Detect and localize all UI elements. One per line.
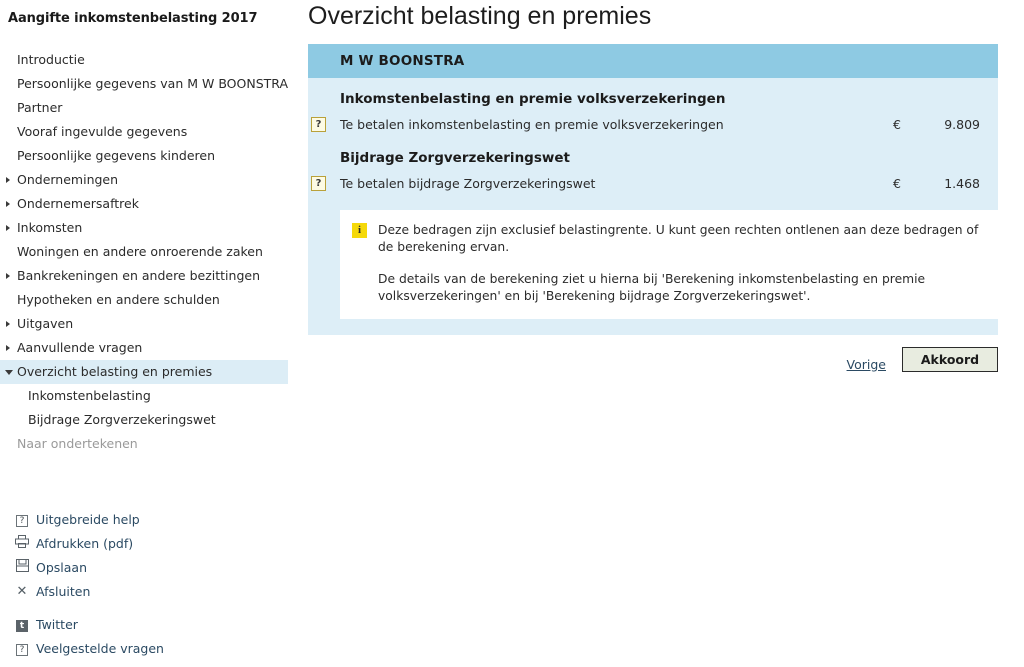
tool-link-3[interactable]: ✕ Afsluiten [0,580,288,604]
sidebar-item-6[interactable]: Ondernemersaftrek [0,192,288,216]
sidebar-item-label: Inkomstenbelasting [28,388,151,403]
chevron-right-icon[interactable] [6,321,10,327]
page-title: Overzicht belasting en premies [308,2,652,30]
sidebar-item-label: Overzicht belasting en premies [17,364,213,379]
chevron-right-icon[interactable] [6,225,10,231]
sidebar-item-label: Hypotheken en andere schulden [17,292,220,307]
amount-row: ? Te betalen inkomstenbelasting en premie… [308,113,998,137]
sidebar-item-9[interactable]: Bankrekeningen en andere bezittingen [0,264,288,288]
tool-link-label: Opslaan [36,560,88,575]
footer-actions: Vorige Akkoord [308,347,998,381]
info-paragraph-1: Deze bedragen zijn exclusief belastingre… [378,223,979,254]
sidebar-item-label: Ondernemersaftrek [17,196,139,211]
main-content: Overzicht belasting en premies M W BOONS… [308,0,1024,667]
panel-header-label: M W BOONSTRA [340,53,465,69]
printer-icon [14,532,30,556]
sidebar-item-label: Ondernemingen [17,172,119,187]
panel-header: M W BOONSTRA [308,44,998,78]
panel-body: Inkomstenbelasting en premie volksverzek… [308,78,998,335]
faq-question-icon: ? [14,637,30,661]
amount-row-label: Te betalen inkomstenbelasting en premie … [340,117,724,132]
chevron-right-icon[interactable] [6,273,10,279]
sidebar-item-label: Vooraf ingevulde gegevens [17,124,188,139]
sidebar-item-0[interactable]: Introductie [0,48,288,72]
amount-value: 9.809 [944,117,980,132]
tool-link-4[interactable]: t Twitter [0,613,288,637]
sidebar-item-15[interactable]: Bijdrage Zorgverzekeringswet [0,408,288,432]
sidebar-item-16: Naar ondertekenen [0,432,288,456]
sidebar-item-14[interactable]: Inkomstenbelasting [0,384,288,408]
help-question-icon[interactable]: ? [311,117,326,132]
previous-link[interactable]: Vorige [847,357,886,372]
sidebar-item-label: Bankrekeningen en andere bezittingen [17,268,260,283]
sidebar-title: Aangifte inkomstenbelasting 2017 [8,11,258,26]
help-question-icon: ? [14,508,30,532]
info-box-text: Deze bedragen zijn exclusief belastingre… [378,222,984,305]
tool-link-1[interactable]: Afdrukken (pdf) [0,532,288,556]
tool-link-label: Twitter [36,617,78,632]
sidebar-item-10[interactable]: Hypotheken en andere schulden [0,288,288,312]
twitter-icon: t [14,613,30,637]
sidebar-item-label: Persoonlijke gegevens kinderen [17,148,216,163]
sidebar-item-3[interactable]: Vooraf ingevulde gegevens [0,120,288,144]
chevron-right-icon[interactable] [6,345,10,351]
info-box: i Deze bedragen zijn exclusief belastingr… [340,210,998,319]
tool-link-label: Afdrukken (pdf) [36,536,134,551]
sidebar-item-label: Aanvullende vragen [17,340,143,355]
tool-link-5[interactable]: ? Veelgestelde vragen [0,637,288,661]
sidebar-tool-links: ? Uitgebreide help Afdrukken (pdf) Opslaan ✕… [0,508,288,661]
tool-link-label: Veelgestelde vragen [36,641,164,656]
close-x-icon: ✕ [16,584,28,599]
help-question-icon[interactable]: ? [311,176,326,191]
save-floppy-icon [14,556,30,580]
sidebar-item-8[interactable]: Woningen en andere onroerende zaken [0,240,288,264]
sidebar-item-12[interactable]: Aanvullende vragen [0,336,288,360]
amount-value: 1.468 [944,176,980,191]
tool-link-label: Afsluiten [36,584,91,599]
sidebar-item-label: Partner [17,100,63,115]
sidebar-item-1[interactable]: Persoonlijke gegevens van M W BOONSTRA [0,72,288,96]
info-paragraph-2: De details van de berekening ziet u hier… [378,272,926,303]
amount-row-label: Te betalen bijdrage Zorgverzekeringswet [340,176,596,191]
sidebar-item-label: Naar ondertekenen [17,436,138,451]
sidebar-item-label: Introductie [17,52,85,67]
chevron-down-icon[interactable] [5,370,13,375]
sidebar-item-label: Persoonlijke gegevens van M W BOONSTRA [17,76,289,91]
sidebar-item-label: Bijdrage Zorgverzekeringswet [28,412,216,427]
sidebar-item-13[interactable]: Overzicht belasting en premies [0,360,288,384]
sidebar: Aangifte inkomstenbelasting 2017 Introdu… [0,0,288,667]
tool-link-2[interactable]: Opslaan [0,556,288,580]
sidebar-nav-list: Introductie Persoonlijke gegevens van M W… [0,48,288,456]
agree-button[interactable]: Akkoord [902,347,998,372]
sidebar-item-label: Inkomsten [17,220,83,235]
chevron-right-icon[interactable] [6,177,10,183]
amount-row: ? Te betalen bijdrage Zorgverzekeringswet… [308,172,998,196]
tool-link-0[interactable]: ? Uitgebreide help [0,508,288,532]
sidebar-item-label: Uitgaven [17,316,74,331]
tool-links-divider [0,604,288,613]
chevron-right-icon[interactable] [6,201,10,207]
section-heading: Bijdrage Zorgverzekeringswet [340,150,570,166]
tool-link-label: Uitgebreide help [36,512,140,527]
sidebar-item-11[interactable]: Uitgaven [0,312,288,336]
sidebar-item-7[interactable]: Inkomsten [0,216,288,240]
sidebar-item-5[interactable]: Ondernemingen [0,168,288,192]
info-icon: i [352,223,367,238]
sidebar-item-2[interactable]: Partner [0,96,288,120]
summary-panel: M W BOONSTRA Inkomstenbelasting en premi… [308,44,998,335]
sidebar-item-label: Woningen en andere onroerende zaken [17,244,263,259]
sidebar-item-4[interactable]: Persoonlijke gegevens kinderen [0,144,288,168]
section-heading: Inkomstenbelasting en premie volksverzek… [340,91,726,107]
